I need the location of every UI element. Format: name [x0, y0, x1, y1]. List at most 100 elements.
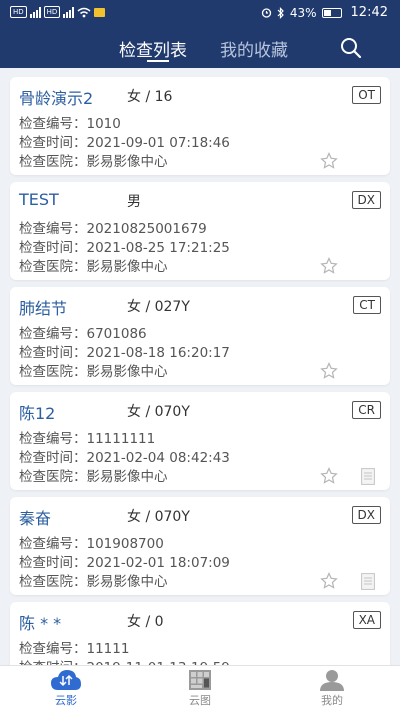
- exam-card[interactable]: 骨龄演示2 女 / 16 OT 检查编号：1010 检查时间：2021-09-01 07…: [10, 77, 390, 175]
- report-document-icon[interactable]: [361, 573, 375, 590]
- report-document-icon[interactable]: [361, 468, 375, 485]
- patient-sex-age: 女 / 16: [127, 89, 173, 105]
- patient-sex-age: 女 / 070Y: [127, 509, 190, 525]
- favorite-star-icon[interactable]: [320, 572, 338, 590]
- nav-profile[interactable]: 我的: [302, 669, 362, 708]
- exam-card[interactable]: 陈12 女 / 070Y CR 检查编号：11111111 检查时间：2021-02-0…: [10, 392, 390, 490]
- hospital-value: 影易影像中心: [86, 469, 168, 485]
- hospital-row: 检查医院：影易影像中心: [19, 360, 168, 380]
- modality-badge: XA: [352, 611, 381, 629]
- exam-number-label: 检查编号：: [19, 536, 87, 552]
- cloud-sync-icon: [51, 670, 81, 690]
- exam-number-value: 11111: [86, 641, 130, 657]
- exam-number-label: 检查编号：: [19, 641, 87, 657]
- exam-number-row: 检查编号：101908700: [19, 532, 164, 552]
- wifi-icon: [77, 7, 91, 17]
- exam-card[interactable]: 陈 * * 女 / 0 XA 检查编号：11111检查时间：2019-11-01 13…: [10, 602, 390, 665]
- signal-icon-2: [63, 6, 75, 18]
- exam-time-row: 检查时间：2021-08-25 17:21:25: [19, 236, 230, 256]
- notification-icon: [94, 7, 106, 17]
- nav-label-profile: 我的: [321, 694, 343, 707]
- hospital-value: 影易影像中心: [86, 364, 168, 380]
- patient-sex-age: 女 / 027Y: [127, 299, 190, 315]
- hospital-row: 检查医院：影易影像中心: [19, 570, 168, 590]
- favorite-star-icon[interactable]: [320, 362, 338, 380]
- exam-card[interactable]: TEST 男 DX 检查编号：20210825001679 检查时间：2021-08-2…: [10, 182, 390, 280]
- exam-number-row: 检查编号：1010: [19, 112, 121, 132]
- status-left: HD HD: [10, 6, 106, 18]
- status-right: 43% 12:42: [261, 5, 388, 20]
- modality-badge: DX: [351, 506, 381, 524]
- hospital-label: 检查医院：: [19, 154, 87, 170]
- clock: 12:42: [350, 5, 388, 20]
- exam-time-label: 检查时间：: [19, 450, 87, 466]
- exam-number-label: 检查编号：: [19, 116, 87, 132]
- patient-name: TEST: [19, 190, 59, 209]
- exam-time-row: 检查时间：2019-11-01 13:19:59: [19, 656, 230, 665]
- hospital-value: 影易影像中心: [86, 154, 168, 170]
- exam-time-value: 2021-02-04 08:42:43: [86, 450, 230, 466]
- exam-time-value: 2021-09-01 07:18:46: [86, 135, 230, 151]
- exam-number-label: 检查编号：: [19, 326, 87, 342]
- hospital-label: 检查医院：: [19, 364, 87, 380]
- nav-cloud-image[interactable]: 云影: [36, 669, 96, 708]
- exam-time-label: 检查时间：: [19, 240, 87, 256]
- modality-badge: CT: [353, 296, 381, 314]
- nav-label-cloud-map: 云图: [189, 694, 211, 707]
- hospital-value: 影易影像中心: [86, 574, 168, 590]
- exam-card[interactable]: 肺结节女 / 027Y CT 检查编号：6701086 检查时间：2021-08-18…: [10, 287, 390, 385]
- hospital-row: 检查医院：影易影像中心: [19, 255, 168, 275]
- hospital-label: 检查医院：: [19, 469, 87, 485]
- exam-number-row: 检查编号：6701086: [19, 322, 147, 342]
- exam-time-row: 检查时间：2021-09-01 07:18:46: [19, 131, 230, 151]
- exam-number-value: 101908700: [86, 536, 164, 552]
- battery-icon: [321, 7, 342, 18]
- exam-number-value: 1010: [86, 116, 121, 132]
- alarm-icon: [261, 8, 272, 18]
- network-badge-2: HD: [43, 6, 61, 18]
- exam-number-label: 检查编号：: [19, 431, 87, 447]
- tab-favorites[interactable]: 我的收藏: [220, 36, 288, 61]
- exam-time-row: 检查时间：2021-08-18 16:20:17: [19, 341, 230, 361]
- signal-icon: [29, 6, 41, 18]
- favorite-star-icon[interactable]: [320, 467, 338, 485]
- bluetooth-icon: [277, 6, 284, 19]
- exam-number-value: 20210825001679: [86, 221, 207, 237]
- exam-time-value: 2021-08-25 17:21:25: [86, 240, 230, 256]
- nav-label-cloud-image: 云影: [55, 694, 77, 707]
- exam-time-label: 检查时间：: [19, 345, 87, 361]
- hospital-value: 影易影像中心: [86, 259, 168, 275]
- patient-sex-age: 女 / 0: [127, 614, 164, 630]
- exam-list[interactable]: 骨龄演示2 女 / 16 OT 检查编号：1010 检查时间：2021-09-01 07…: [0, 68, 400, 665]
- battery-percent: 43%: [289, 5, 317, 20]
- exam-number-row: 检查编号：11111111: [19, 427, 155, 447]
- patient-name: 秦奋: [19, 509, 52, 528]
- tab-exam-list[interactable]: 检查列表: [119, 36, 187, 61]
- search-icon[interactable]: [340, 37, 362, 59]
- favorite-star-icon[interactable]: [320, 257, 338, 275]
- patient-sex-age: 男: [127, 194, 141, 210]
- exam-time-row: 检查时间：2021-02-01 18:07:09: [19, 551, 230, 571]
- favorite-star-icon[interactable]: [320, 152, 338, 170]
- hospital-label: 检查医院：: [19, 259, 87, 275]
- patient-name: 陈12: [19, 404, 56, 423]
- exam-number-value: 11111111: [86, 431, 156, 447]
- nav-cloud-map[interactable]: 云图: [170, 669, 230, 708]
- hospital-row: 检查医院：影易影像中心: [19, 150, 168, 170]
- patient-name: 肺结节: [19, 299, 68, 318]
- exam-time-row: 检查时间：2021-02-04 08:42:43: [19, 446, 230, 466]
- hospital-label: 检查医院：: [19, 574, 87, 590]
- exam-number-label: 检查编号：: [19, 221, 87, 237]
- exam-number-row: 检查编号：20210825001679: [19, 217, 207, 237]
- patient-name: 骨龄演示2: [19, 89, 94, 108]
- image-grid-icon: [189, 670, 211, 690]
- exam-time-value: 2021-08-18 16:20:17: [86, 345, 230, 361]
- modality-badge: OT: [352, 86, 381, 104]
- exam-time-label: 检查时间：: [19, 135, 87, 151]
- exam-card[interactable]: 秦奋 女 / 070Y DX 检查编号：101908700 检查时间：2021-02-0…: [10, 497, 390, 595]
- network-badge-1: HD: [10, 6, 27, 18]
- app-header: 检查列表 我的收藏: [0, 27, 400, 68]
- active-tab-indicator: [147, 60, 169, 62]
- modality-badge: DX: [351, 191, 381, 209]
- modality-badge: CR: [352, 401, 381, 419]
